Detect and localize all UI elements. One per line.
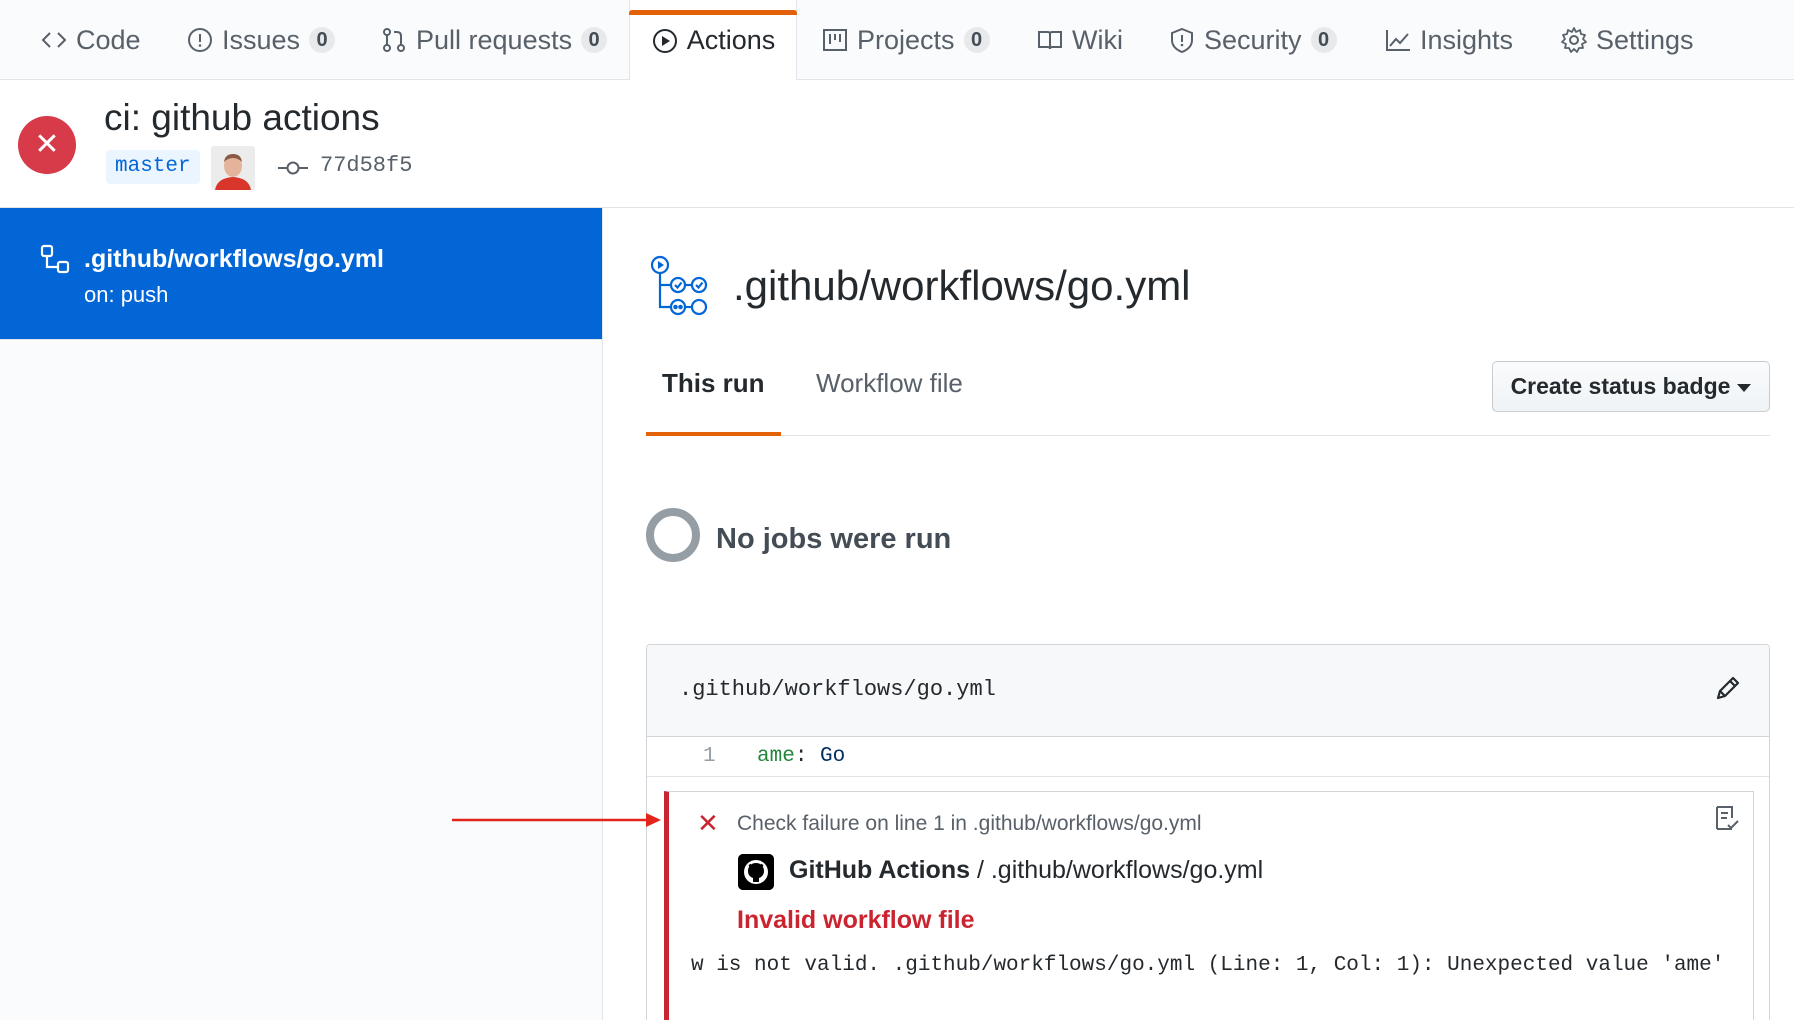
issues-counter: 0	[309, 27, 336, 53]
workflow-icon	[40, 244, 70, 274]
tab-settings-label: Settings	[1596, 24, 1694, 55]
code-content: ame: Go	[757, 745, 845, 768]
code-value: Go	[820, 745, 846, 768]
workflow-file-box: .github/workflows/go.yml 1 ame: Go ✕ Che…	[646, 644, 1770, 1020]
issue-icon	[188, 28, 212, 52]
branch-label[interactable]: master	[106, 150, 200, 184]
shield-icon	[1171, 27, 1193, 54]
pencil-icon[interactable]	[1713, 673, 1743, 703]
close-icon: ✕	[697, 808, 719, 838]
tab-code[interactable]: Code	[40, 0, 141, 80]
annotation-app-name: GitHub Actions	[789, 856, 971, 884]
no-jobs-message: No jobs were run	[716, 523, 952, 555]
workflow-sidebar: .github/workflows/go.yml on: push	[0, 208, 603, 1020]
avatar[interactable]	[211, 146, 255, 190]
tab-wiki[interactable]: Wiki	[1036, 0, 1123, 80]
avatar-image	[211, 146, 255, 190]
create-status-badge-button[interactable]: Create status badge	[1492, 361, 1770, 412]
annotation-title: Check failure on line 1 in .github/workf…	[737, 812, 1202, 835]
projects-counter: 0	[963, 27, 990, 53]
neutral-status-icon	[646, 508, 700, 562]
line-number[interactable]: 1	[703, 745, 716, 768]
book-icon	[1038, 31, 1062, 50]
tab-settings[interactable]: Settings	[1560, 0, 1694, 80]
annotation-source: GitHub Actions / .github/workflows/go.ym…	[789, 856, 1263, 885]
red-arrow-annotation	[452, 813, 661, 827]
annotation-app-file: .github/workflows/go.yml	[990, 856, 1264, 884]
code-key: ame	[757, 745, 795, 768]
commit-sha[interactable]: 77d58f5	[320, 153, 412, 178]
tab-security-label: Security	[1204, 24, 1302, 55]
annotation-separator: /	[970, 856, 991, 884]
tab-insights[interactable]: Insights	[1384, 0, 1513, 80]
check-document-icon[interactable]	[1711, 804, 1741, 834]
tab-security[interactable]: Security 0	[1168, 0, 1337, 80]
pull-requests-counter: 0	[581, 27, 608, 53]
tab-actions-label: Actions	[686, 25, 776, 55]
pull-request-icon	[383, 28, 405, 52]
code-line: 1 ame: Go	[647, 737, 1769, 777]
gear-icon	[1561, 27, 1587, 53]
tab-wiki-label: Wiki	[1072, 24, 1123, 55]
sidebar-workflow-trigger: on: push	[84, 282, 169, 307]
tab-pull-requests-label: Pull requests	[416, 24, 573, 55]
tab-issues-label: Issues	[222, 24, 301, 55]
play-icon	[652, 28, 677, 53]
check-annotation: ✕ Check failure on line 1 in .github/wor…	[664, 791, 1754, 1020]
repo-nav: Code Issues 0 Pull requests 0 Actions Pr…	[0, 0, 1794, 81]
sidebar-workflow-name: .github/workflows/go.yml	[84, 245, 384, 273]
project-icon	[823, 29, 847, 51]
create-status-badge-label: Create status badge	[1510, 373, 1731, 399]
workflow-graph-icon	[650, 255, 708, 316]
tab-this-run[interactable]: This run	[646, 358, 781, 436]
failure-status-icon: ✕	[18, 116, 76, 174]
tab-pull-requests[interactable]: Pull requests 0	[380, 0, 608, 80]
github-logo-icon	[738, 854, 774, 890]
run-header: ✕ ci: github actions master 77d58f5	[0, 80, 1794, 208]
caret-down-icon	[1737, 384, 1752, 392]
tab-issues[interactable]: Issues 0	[186, 0, 336, 80]
tab-code-label: Code	[76, 24, 141, 55]
file-header: .github/workflows/go.yml	[647, 645, 1769, 737]
commit-icon	[278, 161, 308, 175]
workflow-title: .github/workflows/go.yml	[733, 262, 1191, 309]
tab-actions[interactable]: Actions	[629, 0, 797, 81]
tab-projects[interactable]: Projects 0	[821, 0, 990, 80]
run-title: ci: github actions	[104, 97, 380, 138]
code-icon	[41, 32, 67, 48]
file-path: .github/workflows/go.yml	[679, 677, 996, 702]
tab-workflow-file[interactable]: Workflow file	[800, 358, 979, 436]
tab-projects-label: Projects	[857, 24, 955, 55]
tab-insights-label: Insights	[1420, 24, 1514, 55]
graph-icon	[1386, 30, 1410, 51]
code-colon: :	[794, 745, 808, 768]
sidebar-item-workflow[interactable]: .github/workflows/go.yml on: push	[0, 208, 602, 340]
annotation-error-title: Invalid workflow file	[737, 906, 975, 934]
security-counter: 0	[1310, 27, 1337, 53]
annotation-message: w is not valid. .github/workflows/go.yml…	[691, 954, 1725, 977]
